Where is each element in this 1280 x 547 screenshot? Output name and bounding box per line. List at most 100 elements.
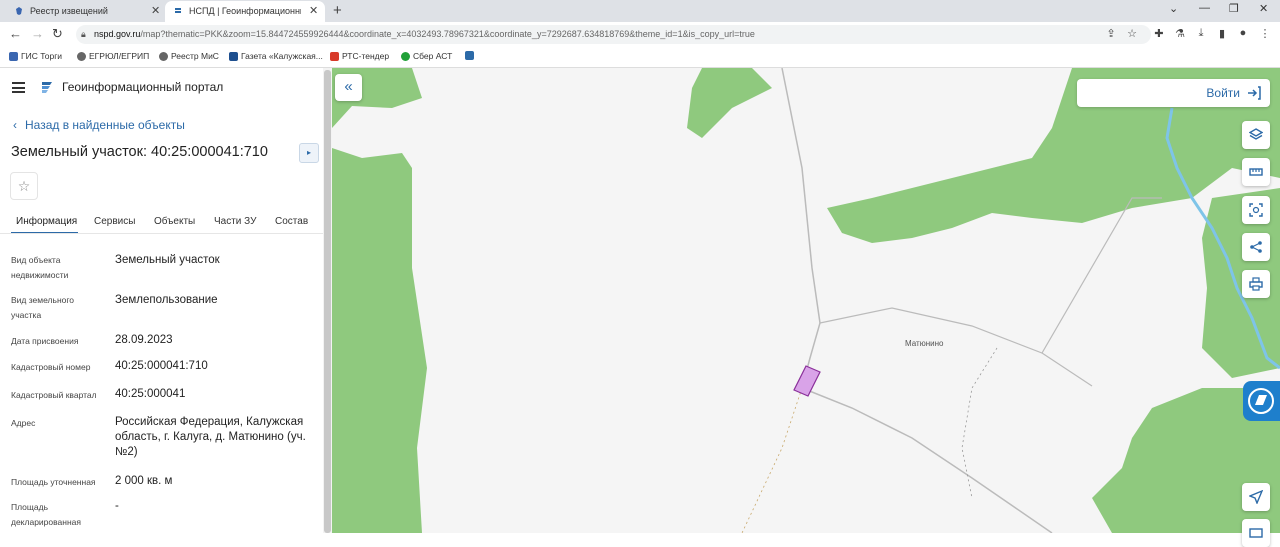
share-icon[interactable]: ⇪ (1104, 27, 1118, 40)
share-map-button[interactable] (1242, 233, 1270, 261)
bookmark-star-icon[interactable]: ☆ (1125, 27, 1139, 40)
attribute-label: Площадь уточненная (11, 477, 96, 487)
attribute-label: Вид объекта недвижимости (11, 255, 69, 280)
double-chevron-left-icon: « (344, 78, 353, 95)
printer-icon (1249, 277, 1263, 291)
measure-button[interactable] (1242, 158, 1270, 186)
login-button[interactable]: Войти (1206, 86, 1240, 100)
forward-arrow-icon[interactable]: → (31, 26, 44, 41)
nspd-logo-icon (175, 8, 181, 13)
portal-logo-icon (42, 82, 52, 93)
attribute-value: 40:25:000041 (115, 388, 186, 400)
assistant-chat-icon (1248, 388, 1274, 414)
bookmark-label: Газета «Калужская... (241, 51, 323, 61)
bookmarks-bar: ГИС Торги ЕГРЮЛ/ЕГРИП Реестр МиС Газета … (0, 47, 1280, 68)
active-tab-indicator (11, 232, 78, 233)
attribute-value: - (115, 500, 119, 512)
bookmark-nspd[interactable] (465, 51, 474, 60)
profile-avatar-icon[interactable]: ● (1236, 27, 1250, 39)
download-icon[interactable]: ⤓ (1194, 27, 1208, 40)
reload-icon[interactable]: ↻ (52, 26, 63, 42)
url-host: nspd.gov.ru (94, 29, 141, 39)
browser-tab-nspd[interactable]: НСПД | Геоинформационный п ✕ (165, 1, 325, 22)
back-to-results-link[interactable]: ‹ Назад в найденные объекты (13, 118, 185, 132)
address-bar[interactable]: 🔒︎ nspd.gov.ru/map?thematic=PKK&zoom=15.… (76, 25, 1151, 44)
sidepanel-icon[interactable]: ▮ (1215, 27, 1229, 40)
bookmark-label: ГИС Торги (21, 51, 63, 61)
bookmark-label: ЕГРЮЛ/ЕГРИП (89, 51, 150, 61)
nspd-logo-icon (465, 51, 474, 60)
collapse-panel-button[interactable]: « (335, 74, 362, 101)
newspaper-icon (229, 51, 238, 61)
browser-tab-title: Реестр извещений (30, 6, 108, 16)
gerb-icon (9, 51, 18, 61)
attribute-label: Кадастровый номер (11, 362, 91, 372)
map-icon (1249, 528, 1263, 538)
assistant-button[interactable] (1243, 381, 1280, 421)
bookmark-sber-ast[interactable]: Сбер АСТ (401, 51, 452, 61)
minimize-icon[interactable]: — (1199, 2, 1210, 14)
navigation-arrow-icon (1249, 490, 1263, 504)
back-arrow-icon[interactable]: ← (9, 26, 22, 41)
attribute-label: Вид земельного участка (11, 295, 75, 320)
login-icon[interactable] (1246, 85, 1262, 101)
close-window-icon[interactable]: ✕ (1259, 2, 1268, 15)
close-icon[interactable]: ✕ (151, 4, 160, 17)
attribute-value: Российская Федерация, Калужская область,… (115, 416, 306, 458)
attribute-value: Землепользование (115, 294, 218, 306)
bookmark-label: Реестр МиС (171, 51, 219, 61)
gerb-icon (16, 7, 22, 15)
rts-logo-icon (330, 51, 339, 61)
bookmark-gis-torgi[interactable]: ГИС Торги (9, 51, 62, 61)
tab-search-icon[interactable]: ⌄ (1169, 2, 1178, 15)
tabs-scroll-right-button[interactable]: ▸ (299, 143, 319, 163)
tab-info[interactable]: Информация (16, 216, 77, 227)
geolocation-button[interactable] (1242, 483, 1270, 511)
favorite-star-button[interactable]: ☆ (10, 172, 38, 200)
tab-parts[interactable]: Части ЗУ (214, 216, 256, 227)
hamburger-menu-icon[interactable] (12, 82, 25, 93)
url-path: /map?thematic=PKK&zoom=15.84472455992644… (140, 29, 755, 39)
caret-right-icon: ▸ (306, 148, 311, 157)
scrollbar-thumb[interactable] (324, 70, 331, 533)
close-icon[interactable]: ✕ (309, 4, 318, 17)
browser-toolbar: ← → ↻ 🔒︎ nspd.gov.ru/map?thematic=PKK&zo… (0, 22, 1280, 47)
attribute-value: 40:25:000041:710 (115, 360, 208, 372)
globe-icon (159, 51, 168, 61)
bookmark-egrul[interactable]: ЕГРЮЛ/ЕГРИП (77, 51, 149, 61)
tab-composition[interactable]: Состав (275, 216, 308, 227)
extensions-icon[interactable]: ✚ (1152, 27, 1166, 40)
layers-button[interactable] (1242, 121, 1270, 149)
bookmark-gazeta[interactable]: Газета «Калужская... (229, 51, 323, 61)
new-tab-button[interactable]: + (333, 2, 342, 19)
chevron-left-icon: ‹ (13, 118, 17, 132)
bookmark-rts-tender[interactable]: РТС-тендер (330, 51, 389, 61)
star-icon: ☆ (17, 178, 31, 194)
attribute-label: Кадастровый квартал (11, 390, 97, 400)
lock-icon: 🔒︎ (81, 29, 86, 39)
attribute-value: 2 000 кв. м (115, 475, 173, 487)
attribute-label: Адрес (11, 418, 36, 428)
browser-tab-registry[interactable]: Реестр извещений ✕ (0, 1, 165, 22)
portal-title: Геоинформационный портал (62, 80, 224, 94)
panel-scrollbar[interactable] (323, 68, 332, 533)
back-link-label: Назад в найденные объекты (25, 118, 185, 132)
menu-kebab-icon[interactable]: ⋮ (1258, 27, 1272, 40)
browser-tab-strip: Реестр извещений ✕ НСПД | Геоинформацион… (0, 0, 1280, 22)
lab-flask-icon[interactable]: ⚗ (1173, 27, 1187, 40)
map-canvas[interactable] (332, 68, 1280, 533)
tab-objects[interactable]: Объекты (154, 216, 195, 227)
sber-logo-icon (401, 51, 410, 61)
map-extra-button[interactable] (1242, 519, 1270, 547)
restore-icon[interactable]: ❐ (1229, 2, 1239, 15)
print-button[interactable] (1242, 270, 1270, 298)
map-layer (332, 68, 1280, 533)
globe-icon (77, 51, 86, 61)
select-area-button[interactable] (1242, 196, 1270, 224)
object-title: Земельный участок: 40:25:000041:710 (11, 144, 268, 160)
bookmark-label: Сбер АСТ (413, 51, 453, 61)
layers-icon (1249, 128, 1263, 140)
bookmark-reestr-mis[interactable]: Реестр МиС (159, 51, 219, 61)
attribute-label: Площадь декларированная (11, 502, 81, 527)
tab-services[interactable]: Сервисы (94, 216, 135, 227)
